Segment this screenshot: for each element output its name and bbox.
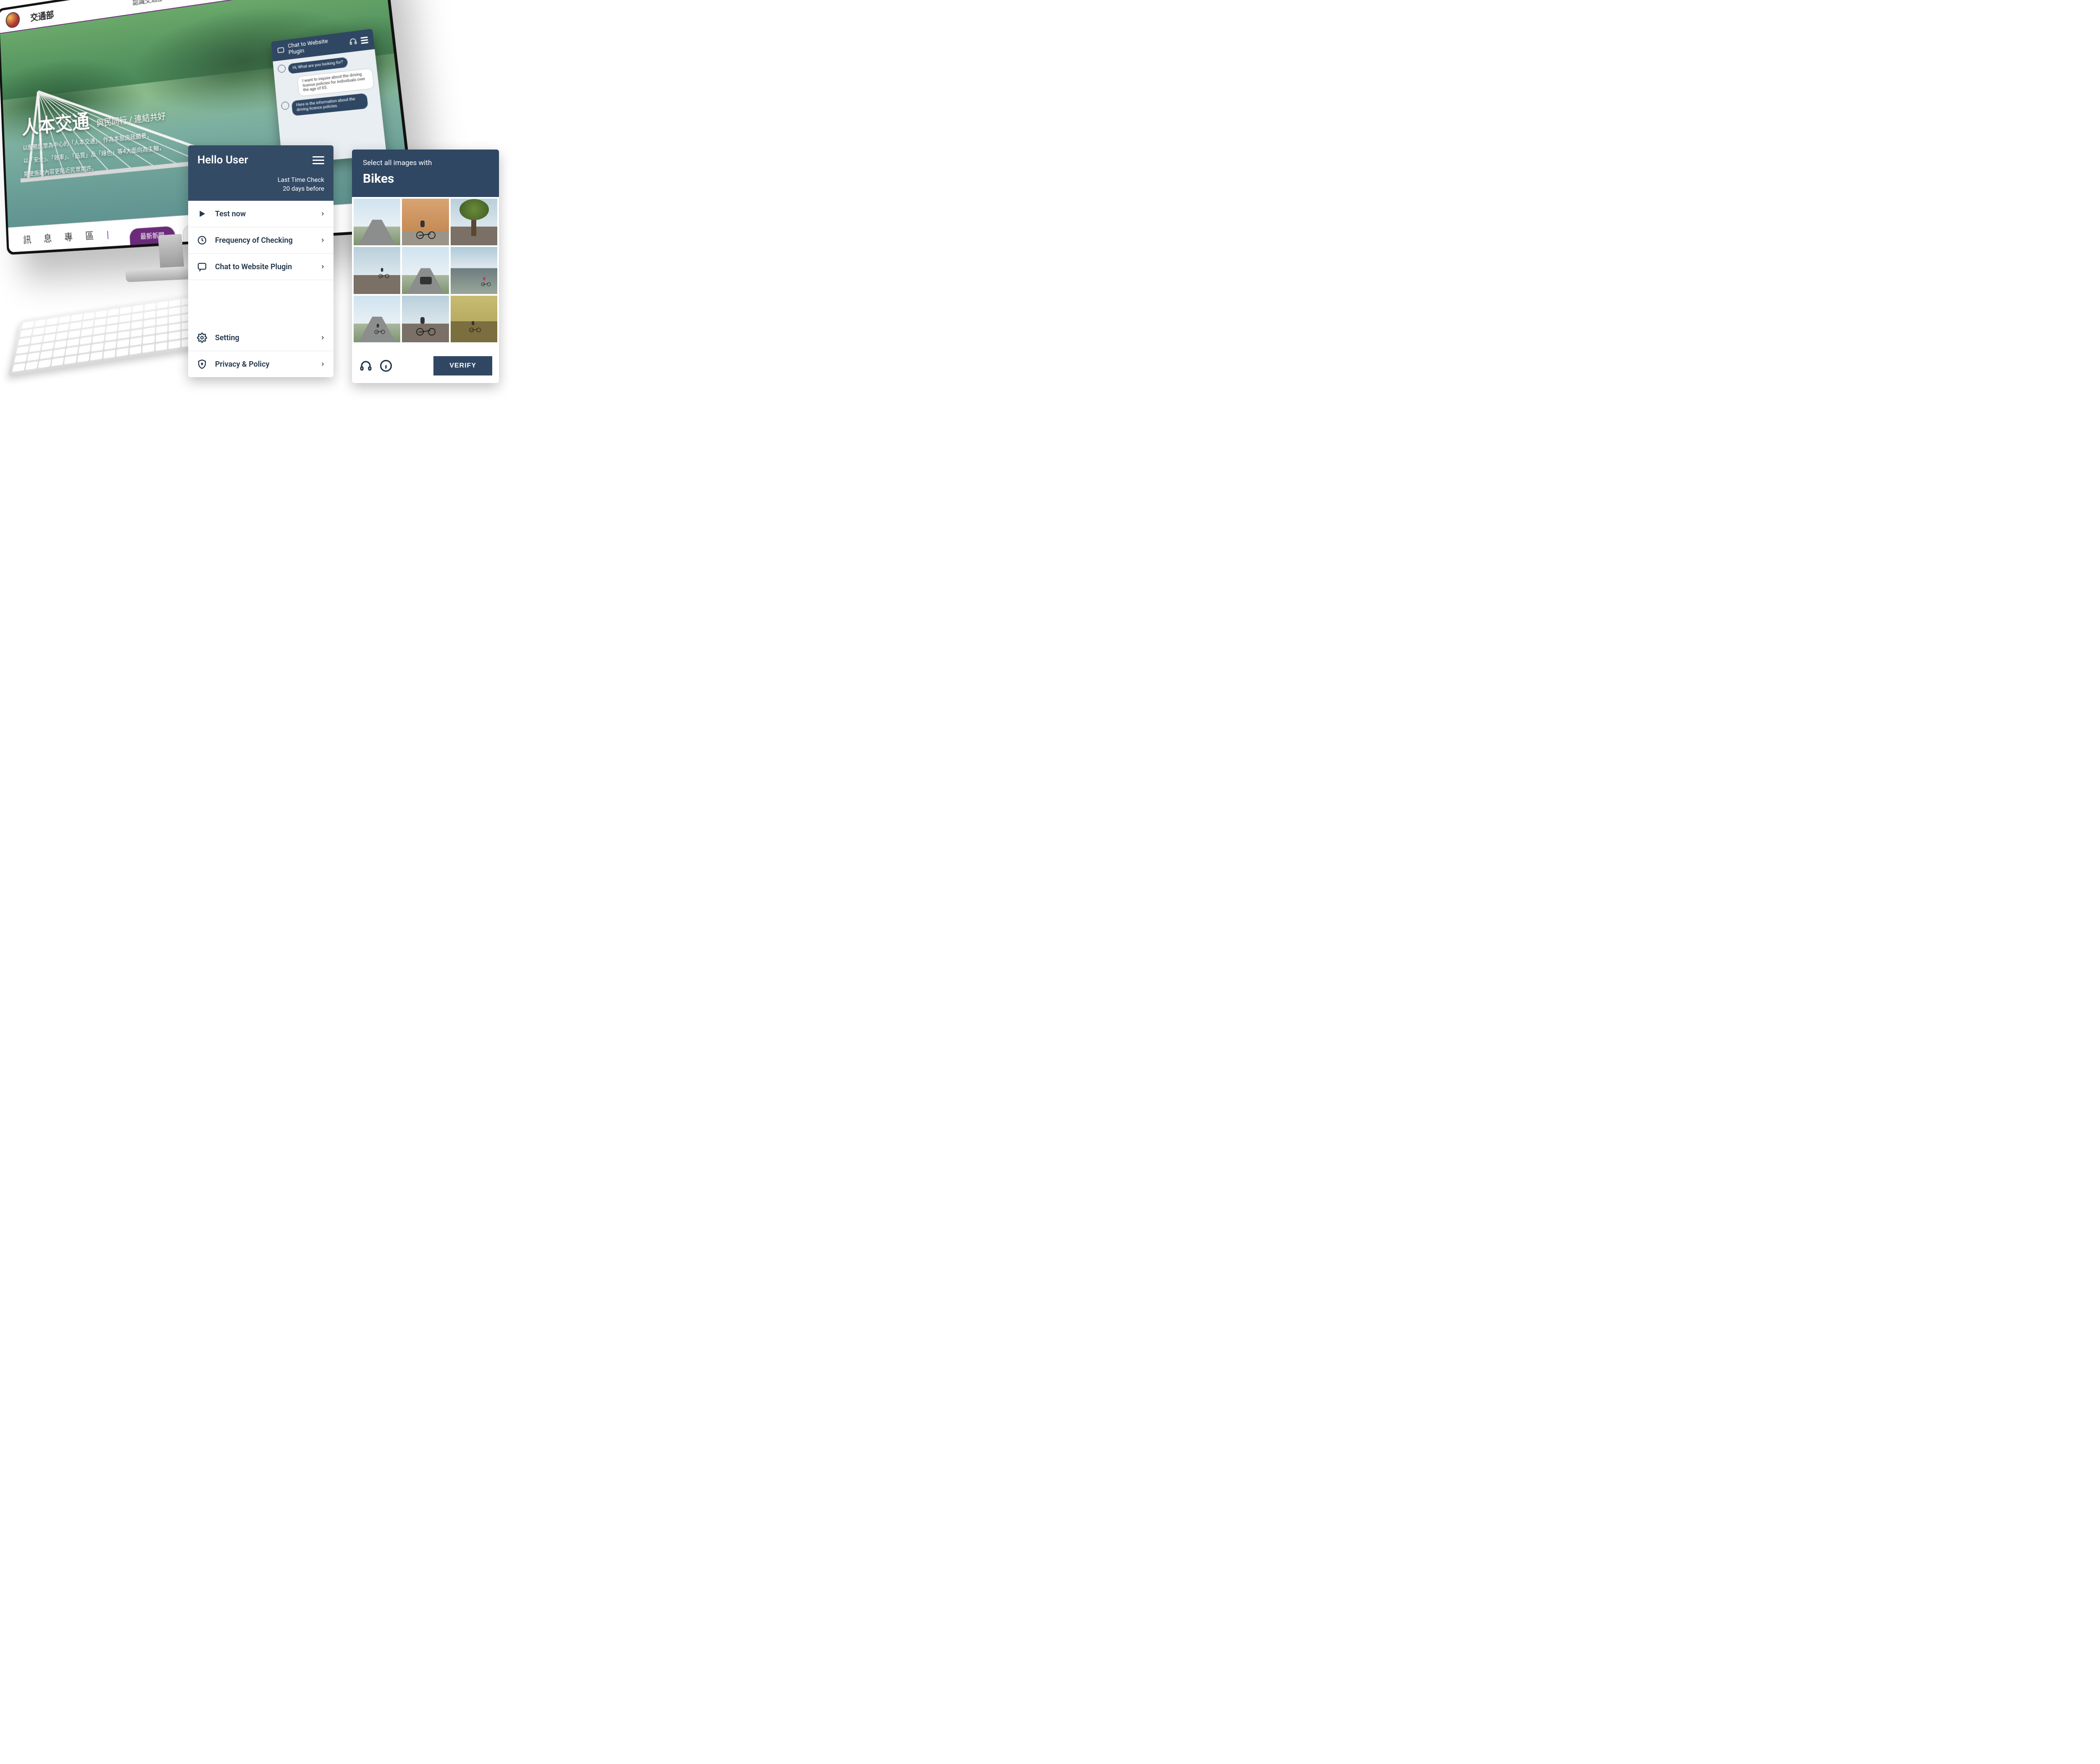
section-title-text: 訊 息 專 區 <box>23 230 100 246</box>
headphones-icon <box>349 37 357 46</box>
menu-item-test-now[interactable]: Test now <box>188 201 333 227</box>
captcha-footer: VERIFY <box>352 350 499 383</box>
menu-list: Test now Frequency of Checking Chat to W… <box>188 201 333 377</box>
info-button[interactable] <box>379 359 393 373</box>
shield-icon <box>197 359 207 370</box>
captcha-tile[interactable] <box>451 296 497 342</box>
chat-bubble-bot: Here is the information about the drivin… <box>291 93 368 116</box>
captcha-tile[interactable] <box>354 247 400 294</box>
captcha-instruction: Select all images with <box>363 159 488 167</box>
audio-challenge-button[interactable] <box>359 359 373 373</box>
bot-avatar-icon <box>278 64 286 73</box>
menu-item-label: Frequency of Checking <box>215 236 293 245</box>
menu-item-label: Privacy & Policy <box>215 360 270 369</box>
gear-icon <box>197 332 207 343</box>
bot-avatar-icon <box>281 101 289 110</box>
menu-item-privacy[interactable]: Privacy & Policy <box>188 351 333 377</box>
headphones-icon <box>360 360 372 372</box>
site-logo-text: 交通部 <box>30 8 54 24</box>
hamburger-icon[interactable] <box>360 36 368 44</box>
chat-icon <box>197 261 207 272</box>
menu-item-setting[interactable]: Setting <box>188 325 333 351</box>
captcha-target: Bikes <box>363 171 488 186</box>
captcha-tile[interactable] <box>354 199 400 245</box>
chevron-right-icon <box>320 236 325 244</box>
chat-icon <box>277 46 285 55</box>
menu-toggle-button[interactable] <box>312 156 324 164</box>
chevron-right-icon <box>320 210 325 218</box>
menu-item-label: Test now <box>215 210 246 218</box>
captcha-grid <box>352 197 499 344</box>
play-icon <box>197 208 207 219</box>
captcha-header: Select all images with Bikes <box>352 150 499 197</box>
clock-icon <box>197 235 207 246</box>
keyboard-mockup <box>8 294 197 376</box>
captcha-tile[interactable] <box>402 199 449 245</box>
verify-button[interactable]: VERIFY <box>433 356 492 375</box>
chat-widget-title: Chat to Website Plugin <box>288 36 346 56</box>
hero-subtitle: 與民同行 / 連結共好 <box>96 111 166 129</box>
app-panel-header: Hello User Last Time Check 20 days befor… <box>188 145 333 201</box>
last-check-value: 20 days before <box>197 184 324 193</box>
menu-item-label: Setting <box>215 333 239 342</box>
menu-item-label: Chat to Website Plugin <box>215 262 292 271</box>
menu-item-frequency[interactable]: Frequency of Checking <box>188 227 333 254</box>
section-title-divider: | <box>107 229 115 240</box>
last-check-label: Last Time Check <box>197 176 324 184</box>
nav-item[interactable]: 認識交通部 <box>132 0 164 7</box>
captcha-tile[interactable] <box>402 247 449 294</box>
info-icon <box>380 360 392 372</box>
app-panel: Hello User Last Time Check 20 days befor… <box>188 145 333 377</box>
captcha-tile[interactable] <box>354 296 400 342</box>
menu-item-chat-plugin[interactable]: Chat to Website Plugin <box>188 254 333 280</box>
captcha-tile[interactable] <box>402 296 449 342</box>
section-title: 訊 息 專 區 | <box>23 226 115 246</box>
captcha-panel: Select all images with Bikes VERIFY <box>352 150 499 383</box>
chat-bubble-user: I want to inquire about the driving lice… <box>297 68 375 97</box>
chat-widget-preview: Chat to Website Plugin Hi, What are you … <box>271 29 386 164</box>
chevron-right-icon <box>320 263 325 270</box>
chevron-right-icon <box>320 334 325 341</box>
greeting-text: Hello User <box>197 154 248 166</box>
captcha-tile[interactable] <box>451 247 497 294</box>
chevron-right-icon <box>320 360 325 368</box>
captcha-tile[interactable] <box>451 199 497 245</box>
site-logo-icon <box>5 11 20 29</box>
